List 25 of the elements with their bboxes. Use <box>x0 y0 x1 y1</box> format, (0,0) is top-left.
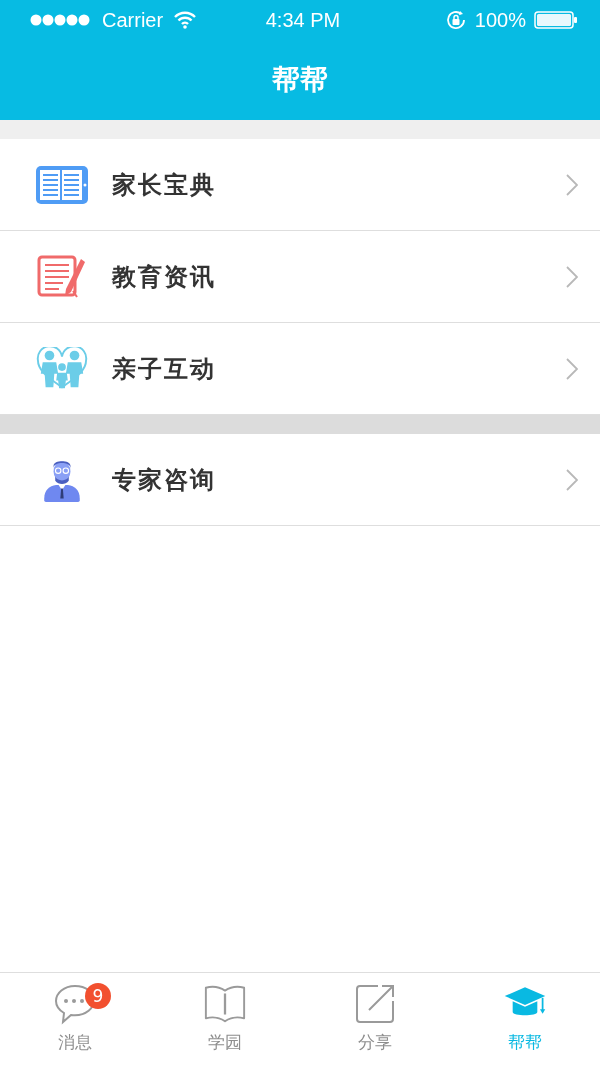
document-pen-icon <box>36 254 88 299</box>
status-time: 4:34 PM <box>265 8 341 32</box>
chevron-right-icon <box>566 468 578 491</box>
share-arrow-icon <box>353 983 397 1025</box>
wifi-icon <box>173 11 198 29</box>
menu-label: 亲子互动 <box>112 353 217 385</box>
chevron-right-icon <box>566 357 578 380</box>
badge: 9 <box>85 983 111 1009</box>
menu-row[interactable]: 家长宝典 <box>0 139 600 231</box>
signal-icon <box>28 13 92 27</box>
carrier-name: Carrier <box>102 8 164 32</box>
family-heart-icon <box>36 346 88 391</box>
menu-label: 专家咨询 <box>112 464 217 496</box>
menu-row[interactable]: 专家咨询 <box>0 434 600 526</box>
battery-percent: 100% <box>474 8 526 32</box>
menu-label: 教育资讯 <box>112 261 217 293</box>
chevron-right-icon <box>566 265 578 288</box>
menu-row[interactable]: 教育资讯 <box>0 231 600 323</box>
rotation-lock-icon <box>444 9 467 31</box>
chevron-right-icon <box>566 173 578 196</box>
tab-item[interactable]: 9 消息 <box>0 973 150 1065</box>
menu-label: 家长宝典 <box>112 169 217 201</box>
open-book-icon <box>203 983 247 1025</box>
screen-title: 帮帮 <box>272 62 328 98</box>
battery-icon <box>534 11 578 29</box>
